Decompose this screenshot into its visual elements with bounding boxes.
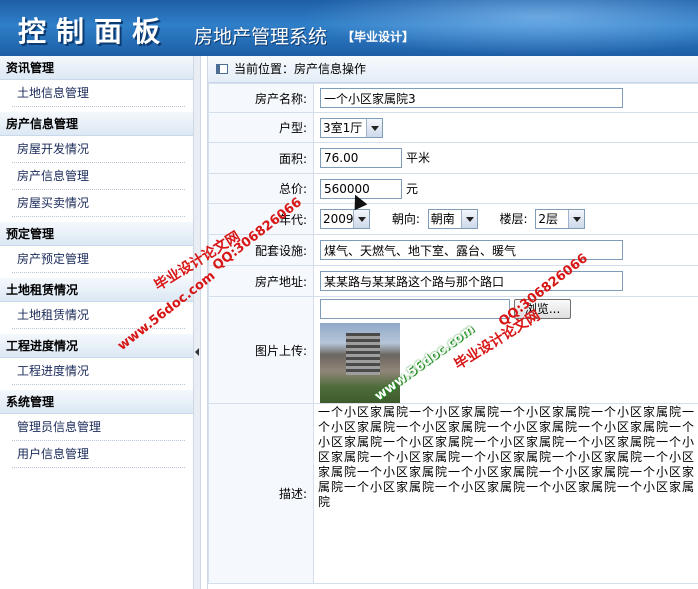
description-textarea[interactable]: 一个小区家属院一个小区家属院一个小区家属院一个小区家属院一个小区家属院一个小区家… (316, 404, 698, 580)
year-select[interactable]: 2009 (320, 209, 370, 229)
name-label: 房产名称: (208, 83, 314, 113)
sidebar-item-admin[interactable]: 管理员信息管理 (0, 414, 193, 441)
sidebar-group-system[interactable]: 系统管理 (0, 390, 193, 414)
main-panel: 当前位置：房产信息操作 房产名称: 户型: 3室1厅 面积: 平米 总价: 元 … (207, 56, 698, 589)
sidebar-group-news[interactable]: 资讯管理 (0, 56, 193, 80)
area-label: 面积: (208, 142, 314, 174)
chevron-down-icon[interactable] (366, 118, 382, 137)
floor-select[interactable]: 2层 (535, 209, 586, 229)
sidebar-item-user[interactable]: 用户信息管理 (0, 441, 193, 468)
orientation-select[interactable]: 朝南 (427, 209, 478, 229)
address-input[interactable] (320, 271, 623, 291)
sidebar-item-property-info[interactable]: 房产信息管理 (0, 163, 193, 190)
type-label: 户型: (208, 112, 314, 143)
sidebar-item-development[interactable]: 房屋开发情况 (0, 136, 193, 163)
file-path-input[interactable] (320, 299, 510, 319)
header-banner: 控制面板 房地产管理系统 【毕业设计】 (0, 0, 698, 56)
sidebar-group-progress[interactable]: 工程进度情况 (0, 334, 193, 358)
chevron-down-icon[interactable] (353, 210, 369, 228)
breadcrumb: 当前位置：房产信息操作 (208, 56, 698, 83)
chevron-down-icon[interactable] (460, 210, 477, 228)
orientation-label: 朝向: (391, 211, 420, 226)
layout-select[interactable]: 3室1厅 (320, 117, 383, 138)
address-label: 房产地址: (208, 265, 314, 297)
window-icon (216, 64, 228, 74)
sidebar-item-land-info[interactable]: 土地信息管理 (0, 80, 193, 107)
area-input[interactable] (320, 148, 402, 168)
sidebar-item-trading[interactable]: 房屋买卖情况 (0, 190, 193, 217)
header-logo: 控制面板 (18, 15, 171, 48)
sidebar-group-booking[interactable]: 预定管理 (0, 222, 193, 246)
floor-select-value: 2层 (538, 212, 559, 226)
upload-label: 图片上传: (208, 296, 314, 404)
chevron-down-icon[interactable] (568, 210, 585, 228)
sidebar-group-property[interactable]: 房产信息管理 (0, 112, 193, 136)
sidebar-toggle-splitter[interactable] (193, 56, 201, 589)
area-unit: 平米 (406, 151, 431, 165)
graduation-tag: 【毕业设计】 (342, 30, 415, 44)
floor-label: 楼层: (499, 211, 528, 226)
property-name-input[interactable] (320, 88, 623, 108)
price-unit: 元 (406, 181, 419, 196)
desc-label: 描述: (208, 403, 314, 584)
breadcrumb-text: 当前位置：房产信息操作 (234, 62, 367, 76)
sidebar-item-progress[interactable]: 工程进度情况 (0, 358, 193, 385)
system-name: 房地产管理系统 (194, 26, 328, 48)
orientation-select-value: 朝南 (430, 212, 455, 226)
collapse-arrow-icon[interactable] (195, 348, 199, 356)
year-select-value: 2009 (323, 212, 354, 226)
layout-select-value: 3室1厅 (323, 120, 363, 135)
